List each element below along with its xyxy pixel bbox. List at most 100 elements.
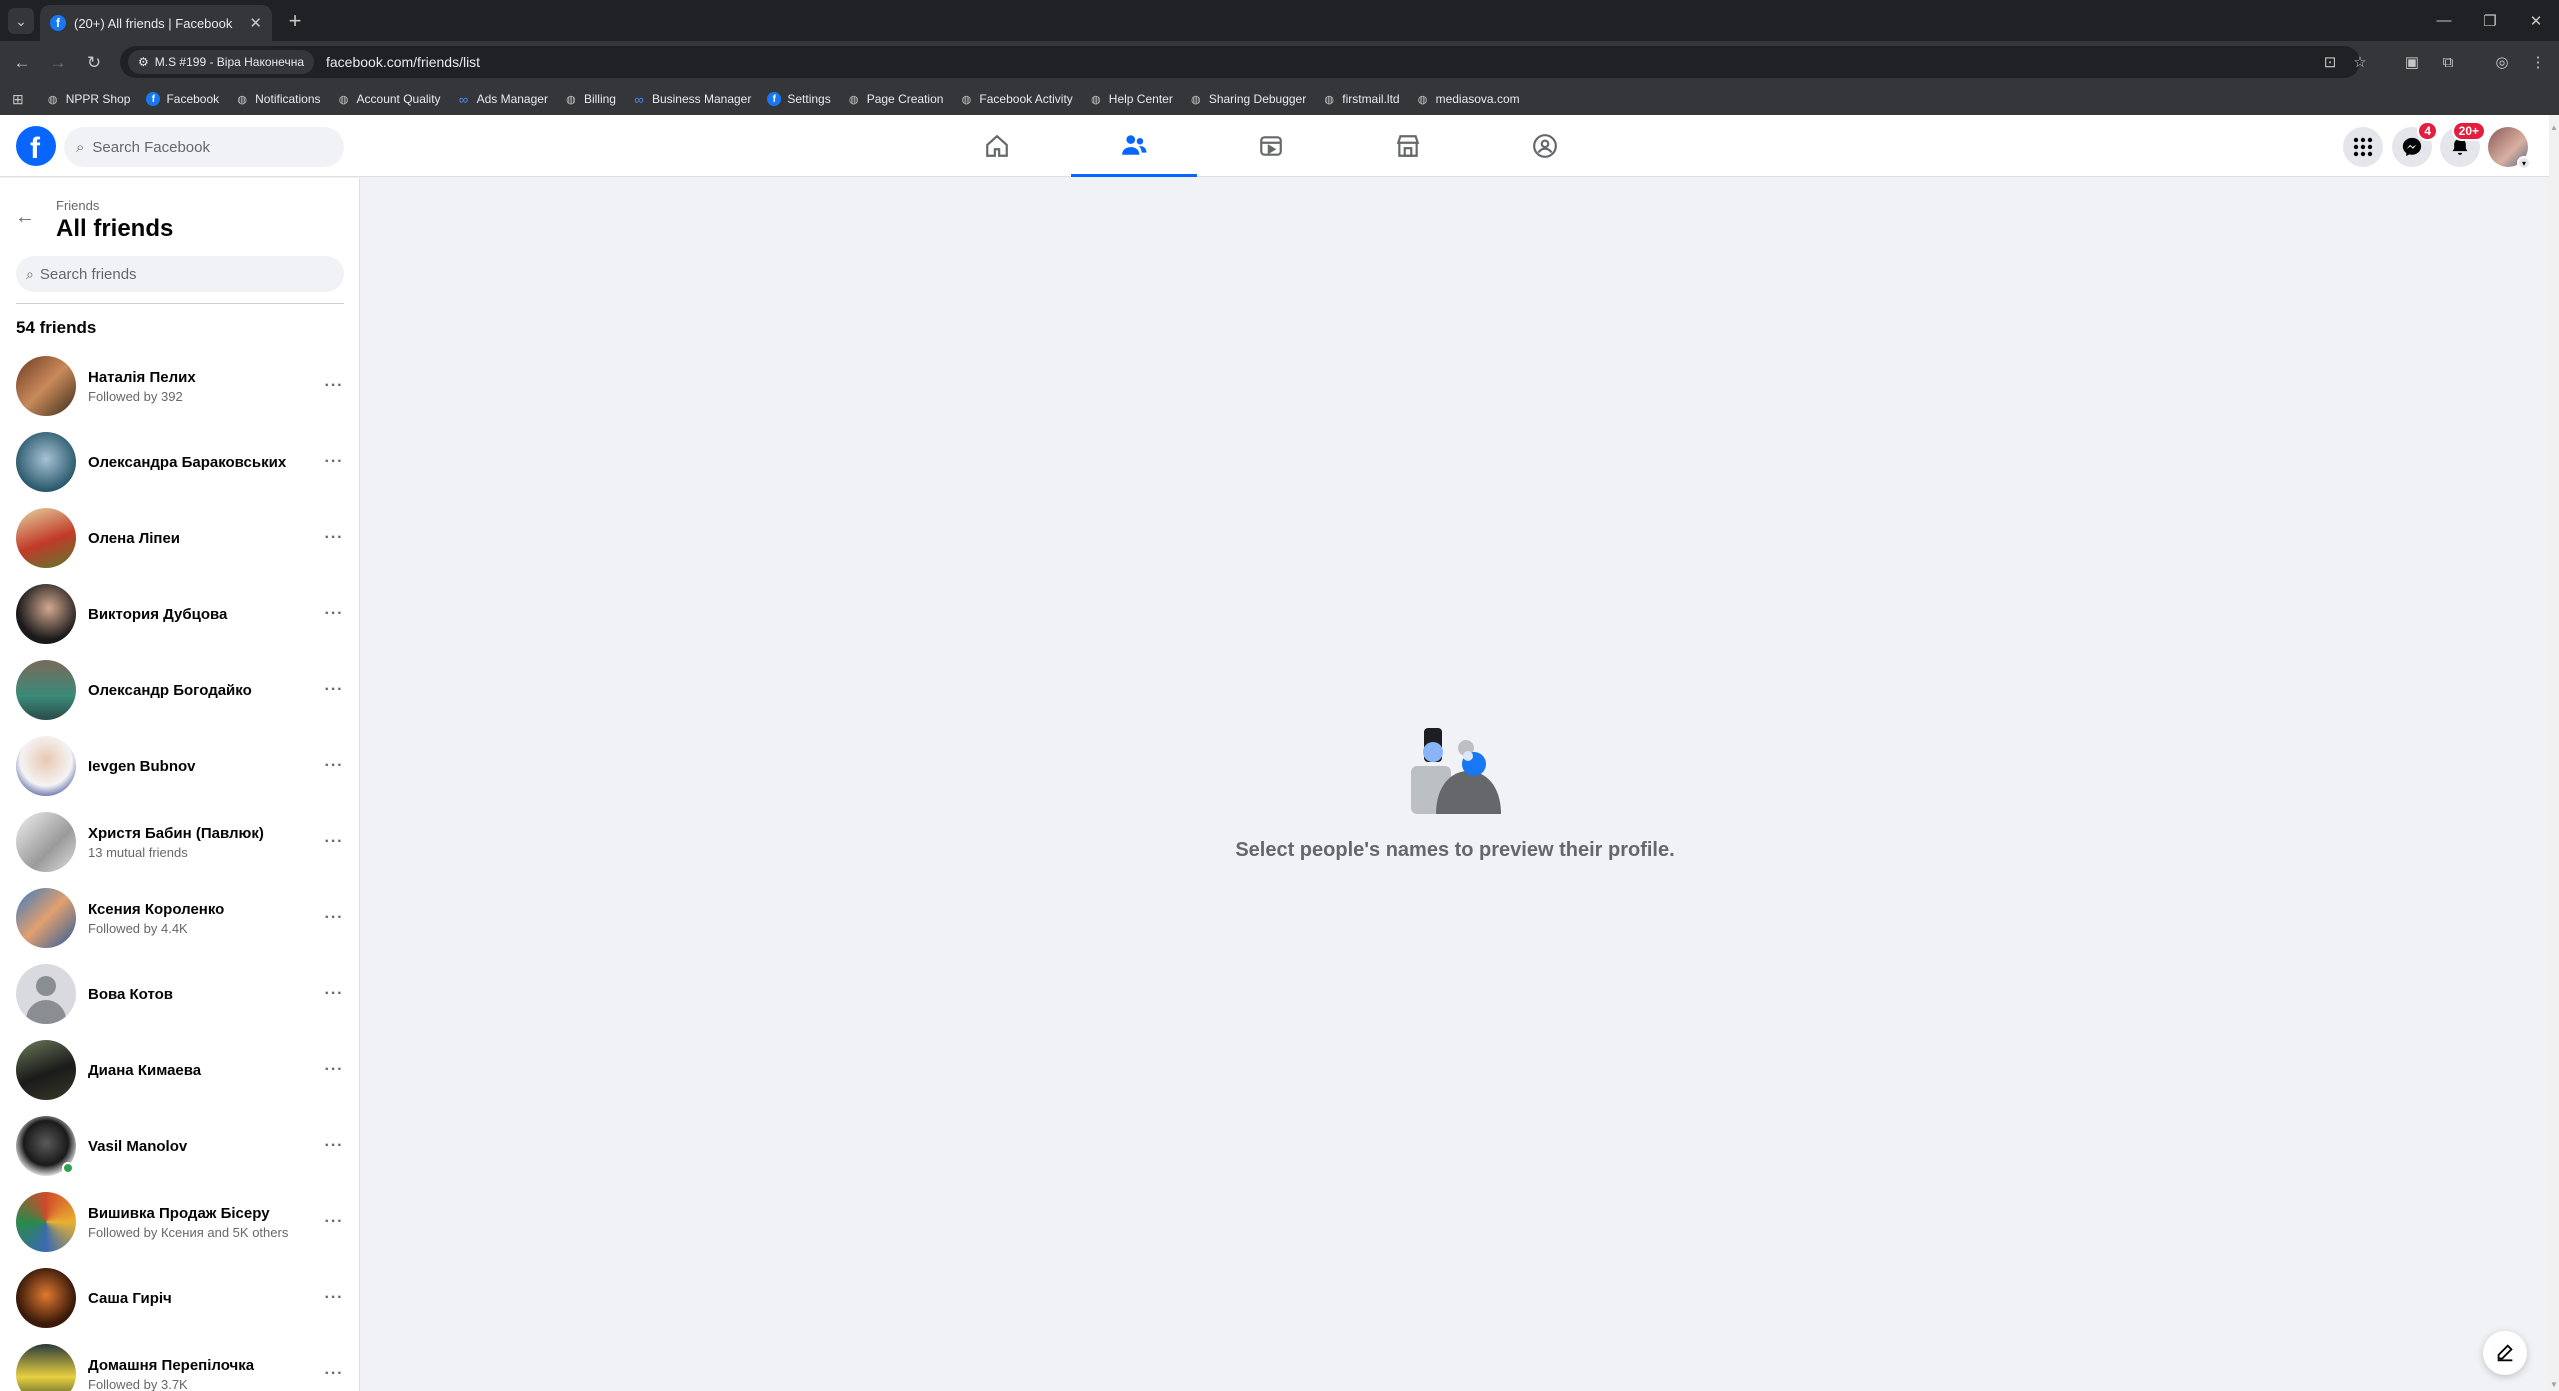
tab-groups[interactable] <box>1482 115 1608 177</box>
more-options-icon[interactable]: ··· <box>322 830 346 854</box>
page-scrollbar[interactable]: ▲ ▼ <box>2549 115 2559 1391</box>
bookmark-item[interactable]: ◍ Page Creation <box>847 92 944 106</box>
more-options-icon[interactable]: ··· <box>322 1362 346 1386</box>
friends-count: 54 friends <box>16 318 97 337</box>
bookmark-item[interactable]: ∞ Business Manager <box>632 91 751 107</box>
friend-subtitle: Followed by 392 <box>88 388 183 404</box>
friends-icon <box>1122 134 1147 155</box>
tune-icon: ⚙ <box>138 55 149 69</box>
profile-icon[interactable]: ◎ <box>2490 50 2514 74</box>
tab-marketplace[interactable] <box>1345 115 1471 177</box>
friend-list-item[interactable]: Виктория Дубцова ··· <box>0 576 360 652</box>
friend-search-box[interactable]: ⌕ <box>16 256 344 292</box>
browser-tab-active[interactable]: f (20+) All friends | Facebook ✕ <box>40 5 272 41</box>
more-options-icon[interactable]: ··· <box>322 754 346 778</box>
minimize-window-button[interactable]: — <box>2421 0 2467 41</box>
avatar <box>16 736 76 796</box>
friend-name: Христя Бабин (Павлюк) <box>88 824 264 842</box>
bookmark-item[interactable]: ◍ Help Center <box>1089 92 1173 106</box>
bookmark-item[interactable]: f Facebook <box>146 92 219 106</box>
browser-menu-icon[interactable]: ⋮ <box>2526 50 2550 74</box>
messenger-button[interactable]: 4 <box>2392 121 2438 167</box>
friend-list-item[interactable]: Олександра Бараковських ··· <box>0 424 360 500</box>
install-app-icon[interactable]: ⊡ <box>2320 52 2340 72</box>
restore-window-button[interactable]: ❐ <box>2467 0 2513 41</box>
scroll-down-arrow-icon[interactable]: ▼ <box>2550 1380 2558 1389</box>
friend-list-item[interactable]: Ксения Короленко Followed by 4.4K ··· <box>0 880 360 956</box>
tab-home[interactable] <box>934 115 1060 177</box>
more-options-icon[interactable]: ··· <box>322 374 346 398</box>
close-window-button[interactable]: ✕ <box>2513 0 2559 41</box>
compose-icon <box>2497 1344 2513 1362</box>
friend-list-item[interactable]: Ievgen Bubnov ··· <box>0 728 360 804</box>
more-options-icon[interactable]: ··· <box>322 678 346 702</box>
bookmark-item[interactable]: ◍ Account Quality <box>337 92 441 106</box>
apps-grid-icon[interactable]: ⊞ <box>12 91 24 108</box>
bookmark-star-icon[interactable]: ☆ <box>2350 52 2370 72</box>
friend-list-item[interactable]: Саша Гиріч ··· <box>0 1260 360 1336</box>
more-options-icon[interactable]: ··· <box>322 526 346 550</box>
address-bar[interactable]: ⚙ M.S #199 - Віра Наконечна facebook.com… <box>120 46 2367 78</box>
bookmark-item[interactable]: ◍ Facebook Activity <box>959 92 1073 106</box>
friend-list-item[interactable]: Домашня Перепілочка Followed by 3.7K ··· <box>0 1336 360 1391</box>
meta-icon: ∞ <box>634 91 644 107</box>
more-options-icon[interactable]: ··· <box>322 1210 346 1234</box>
forward-arrow-icon[interactable]: → <box>44 49 72 77</box>
bookmark-item[interactable]: ◍ Billing <box>564 92 616 106</box>
profile-preview-area: Select people's names to preview their p… <box>361 178 2549 1391</box>
menu-grid-button[interactable] <box>2343 127 2383 167</box>
bookmark-item[interactable]: ◍ NPPR Shop <box>46 92 131 106</box>
scroll-up-arrow-icon[interactable]: ▲ <box>2550 123 2558 132</box>
tab-list-button[interactable]: ⌄ <box>8 8 34 34</box>
bookmark-item[interactable]: ◍ Sharing Debugger <box>1189 92 1306 106</box>
friend-list-item[interactable]: Vasil Manolov ··· <box>0 1108 360 1184</box>
page-title: All friends <box>56 215 174 242</box>
globe-icon: ◍ <box>848 93 859 106</box>
close-tab-icon[interactable]: ✕ <box>249 14 262 32</box>
friend-subtitle: Followed by 3.7K <box>88 1376 188 1391</box>
more-options-icon[interactable]: ··· <box>322 602 346 626</box>
tab-video[interactable] <box>1208 115 1334 177</box>
friend-list-item[interactable]: Вишивка Продаж Бісеру Followed by Ксения … <box>0 1184 360 1260</box>
facebook-search-box[interactable]: ⌕ <box>64 127 344 167</box>
extension-puzzle-icon-1[interactable]: ▣ <box>2400 50 2424 74</box>
tab-friends[interactable] <box>1071 115 1197 177</box>
more-options-icon[interactable]: ··· <box>322 450 346 474</box>
more-options-icon[interactable]: ··· <box>322 1286 346 1310</box>
notifications-button[interactable]: 20+ <box>2440 121 2486 167</box>
more-options-icon[interactable]: ··· <box>322 906 346 930</box>
friend-list-item[interactable]: Наталія Пелих Followed by 392 ··· <box>0 348 360 424</box>
site-info-chip[interactable]: ⚙ M.S #199 - Віра Наконечна <box>128 50 314 74</box>
friend-list-item[interactable]: Вова Котов ··· <box>0 956 360 1032</box>
bookmark-item[interactable]: ∞ Ads Manager <box>457 92 548 107</box>
back-arrow-icon[interactable]: ← <box>12 204 38 230</box>
bookmark-item[interactable]: ◍ Notifications <box>235 92 320 106</box>
bookmark-item[interactable]: f Settings <box>767 92 831 106</box>
empty-state-message: Select people's names to preview their p… <box>1235 839 1675 861</box>
avatar <box>16 1116 76 1176</box>
new-tab-button[interactable]: + <box>282 8 308 34</box>
friend-search-input[interactable] <box>39 265 320 283</box>
friend-list-item[interactable]: Христя Бабин (Павлюк) 13 mutual friends ·… <box>0 804 360 880</box>
friend-list-item[interactable]: Олена Ліпеи ··· <box>0 500 360 576</box>
bookmark-item[interactable]: ◍ mediasova.com <box>1416 92 1520 106</box>
bookmark-item[interactable]: ◍ firstmail.ltd <box>1322 92 1399 106</box>
friend-list-item[interactable]: Олександр Богодайко ··· <box>0 652 360 728</box>
more-options-icon[interactable]: ··· <box>322 1134 346 1158</box>
browser-tab-bar: ⌄ f (20+) All friends | Facebook ✕ + — ❐… <box>0 0 2559 41</box>
back-arrow-icon[interactable]: ← <box>8 49 36 77</box>
friend-list-item[interactable]: Диана Кимаева ··· <box>0 1032 360 1108</box>
more-options-icon[interactable]: ··· <box>322 982 346 1006</box>
url-text[interactable]: facebook.com/friends/list <box>326 54 480 70</box>
more-options-icon[interactable]: ··· <box>322 1058 346 1082</box>
new-message-button[interactable] <box>2483 1331 2527 1375</box>
globe-icon: ◍ <box>237 93 247 106</box>
facebook-search-input[interactable] <box>92 138 313 156</box>
extensions-icon[interactable]: ⧉ <box>2436 50 2460 74</box>
friend-name: Олександр Богодайко <box>88 681 252 699</box>
breadcrumb[interactable]: Friends <box>56 198 99 213</box>
account-avatar[interactable]: ▾ <box>2488 127 2531 170</box>
facebook-logo[interactable]: f <box>16 126 56 166</box>
reload-icon[interactable]: ↻ <box>80 49 108 77</box>
avatar <box>16 584 76 644</box>
